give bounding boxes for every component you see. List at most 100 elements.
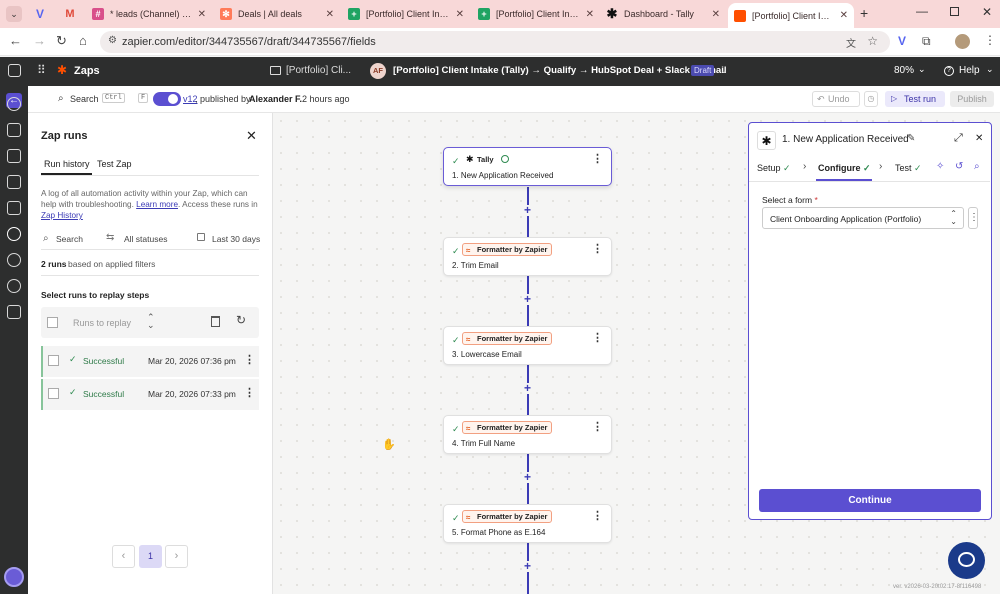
step-menu-icon[interactable]: ⋮ bbox=[592, 511, 603, 522]
step-card[interactable]: ✓ ≈ Formatter by Zapier 2. Trim Email ⋮ bbox=[443, 237, 612, 276]
bookmark-star-icon[interactable]: ☆ bbox=[867, 34, 878, 48]
browser-tab-2[interactable]: #* leads (Channel) - Zap✕ bbox=[86, 3, 212, 25]
filter-search[interactable]: Search bbox=[56, 234, 83, 244]
edit-pencil-icon[interactable]: ✎ bbox=[907, 133, 915, 144]
add-step-plus-icon[interactable]: + bbox=[522, 382, 533, 394]
run-menu-icon[interactable]: ⋮ bbox=[244, 353, 255, 366]
browser-tab-3[interactable]: ✻ Deals | All deals ✕ bbox=[214, 3, 340, 25]
learn-more-link[interactable]: Learn more bbox=[136, 200, 178, 209]
add-step-plus-icon[interactable]: + bbox=[522, 471, 533, 483]
extensions-puzzle-icon[interactable]: ⧉ bbox=[922, 34, 931, 49]
field-menu-icon[interactable]: ⋮ bbox=[968, 207, 979, 229]
browser-menu-icon[interactable]: ⋮ bbox=[984, 33, 996, 47]
step-card[interactable]: ✓ ≈ Formatter by Zapier 3. Lowercase Emai… bbox=[443, 326, 612, 365]
restore-icon[interactable] bbox=[950, 7, 959, 16]
help-chevron-down-icon[interactable]: ⌄ bbox=[986, 64, 994, 75]
app-grid-icon[interactable]: ⠿ bbox=[37, 63, 46, 77]
next-page-button[interactable]: › bbox=[165, 545, 188, 568]
folder-breadcrumb[interactable]: [Portfolio] Cli... bbox=[286, 65, 351, 76]
notes-icon[interactable] bbox=[7, 149, 21, 163]
form-select[interactable]: Client Onboarding Application (Portfolio… bbox=[762, 207, 964, 229]
step-card[interactable]: ✓ ≈ Formatter by Zapier 5. Format Phone a… bbox=[443, 504, 612, 543]
chat-support-button[interactable] bbox=[948, 542, 985, 579]
browser-tab-5[interactable]: + [Portfolio] Client Intake ✕ bbox=[472, 3, 600, 25]
test-run-button[interactable]: ▷ Test run bbox=[885, 91, 945, 107]
tab-run-history[interactable]: Run history bbox=[44, 159, 90, 169]
step-menu-icon[interactable]: ⋮ bbox=[592, 422, 603, 433]
assistant-icon[interactable] bbox=[4, 567, 24, 587]
close-tab-icon[interactable]: ✕ bbox=[456, 9, 464, 20]
calendar-icon[interactable] bbox=[7, 201, 21, 215]
trash-icon[interactable] bbox=[211, 316, 220, 327]
comments-icon[interactable] bbox=[7, 175, 21, 189]
run-checkbox[interactable] bbox=[48, 355, 59, 366]
step-menu-icon[interactable]: ⋮ bbox=[592, 333, 603, 344]
components-icon[interactable] bbox=[7, 97, 21, 111]
date-filter[interactable]: Last 30 days bbox=[212, 234, 260, 244]
close-tab-icon[interactable]: ✕ bbox=[840, 10, 848, 21]
step-card-trigger[interactable]: ✓ ✱ Tally 1. New Application Received ⋮ bbox=[443, 147, 612, 186]
forward-arrow-icon[interactable]: → bbox=[33, 33, 46, 48]
profile-avatar-icon[interactable] bbox=[955, 34, 970, 49]
close-tab-icon[interactable]: ✕ bbox=[198, 9, 206, 20]
browser-tab-0[interactable]: V bbox=[28, 3, 56, 25]
list-item[interactable]: ✓ Successful Mar 20, 2026 07:36 pm ⋮ bbox=[41, 346, 259, 377]
refresh-icon[interactable]: ↻ bbox=[236, 313, 246, 327]
history-icon[interactable] bbox=[7, 227, 21, 241]
import-icon[interactable] bbox=[7, 123, 21, 137]
history-clock-icon[interactable]: ◷ bbox=[864, 91, 878, 107]
site-info-icon[interactable]: ⚙ bbox=[108, 35, 117, 46]
close-tab-icon[interactable]: ✕ bbox=[712, 9, 720, 20]
section-title[interactable]: Zaps bbox=[74, 65, 100, 77]
status-icon[interactable] bbox=[7, 253, 21, 267]
browser-tab-4[interactable]: + [Portfolio] Client Intake ✕ bbox=[342, 3, 470, 25]
translate-icon[interactable]: 文 bbox=[846, 35, 856, 50]
publish-button[interactable]: Publish bbox=[950, 91, 994, 107]
sort-chevrons-icon[interactable]: ⌃ ⌄ bbox=[147, 313, 155, 330]
config-title[interactable]: 1. New Application Received bbox=[782, 134, 909, 145]
zoom-level[interactable]: 80% bbox=[894, 65, 914, 76]
add-step-plus-icon[interactable]: + bbox=[522, 293, 533, 305]
expand-icon[interactable]: ⤢ bbox=[954, 132, 963, 145]
minimize-icon[interactable]: — bbox=[916, 4, 928, 18]
current-page[interactable]: 1 bbox=[139, 545, 162, 568]
step-menu-icon[interactable]: ⋮ bbox=[592, 154, 603, 165]
prev-page-button[interactable]: ‹ bbox=[112, 545, 135, 568]
step-menu-icon[interactable]: ⋮ bbox=[592, 244, 603, 255]
tab-test-zap[interactable]: Test Zap bbox=[97, 159, 132, 169]
tab-configure[interactable]: Configure ✓ bbox=[818, 163, 871, 174]
undo-button[interactable]: ↶ Undo bbox=[812, 91, 860, 107]
title-chevron-down-icon[interactable]: ⌄ bbox=[720, 65, 728, 76]
close-panel-icon[interactable]: ✕ bbox=[975, 133, 983, 144]
continue-button[interactable]: Continue bbox=[759, 489, 981, 512]
close-icon[interactable]: ✕ bbox=[246, 128, 257, 144]
versions-icon[interactable] bbox=[7, 305, 21, 319]
list-item[interactable]: ✓ Successful Mar 20, 2026 07:33 pm ⋮ bbox=[41, 379, 259, 410]
home-icon[interactable]: ⌂ bbox=[79, 33, 87, 48]
tab-setup[interactable]: Setup ✓ bbox=[757, 163, 791, 174]
zoom-chevron-down-icon[interactable]: ⌄ bbox=[918, 64, 926, 75]
browser-tab-6[interactable]: ✱ Dashboard - Tally ✕ bbox=[600, 3, 726, 25]
zap-title[interactable]: [Portfolio] Client Intake (Tally) → Qual… bbox=[393, 65, 727, 76]
ai-sparkle-icon[interactable]: ✧ bbox=[936, 161, 944, 172]
reset-icon[interactable]: ↺ bbox=[955, 161, 963, 172]
add-step-plus-icon[interactable]: + bbox=[522, 204, 533, 216]
back-arrow-icon[interactable]: ← bbox=[9, 33, 22, 48]
status-filter[interactable]: All statuses bbox=[124, 234, 167, 244]
publish-toggle[interactable] bbox=[153, 92, 181, 106]
zap-history-link[interactable]: Zap History bbox=[41, 211, 83, 220]
tab-list-chevron-icon[interactable]: ⌄ bbox=[6, 6, 22, 22]
help-menu[interactable]: Help bbox=[959, 65, 980, 76]
tab-test[interactable]: Test ✓ bbox=[895, 163, 922, 174]
settings-gear-icon[interactable] bbox=[7, 279, 21, 293]
run-checkbox[interactable] bbox=[48, 388, 59, 399]
close-tab-icon[interactable]: ✕ bbox=[586, 9, 594, 20]
close-window-icon[interactable]: ✕ bbox=[982, 5, 992, 19]
search-step-icon[interactable]: ⌕ bbox=[974, 161, 980, 172]
step-card[interactable]: ✓ ≈ Formatter by Zapier 4. Trim Full Name… bbox=[443, 415, 612, 454]
add-step-plus-icon[interactable]: + bbox=[522, 560, 533, 572]
close-tab-icon[interactable]: ✕ bbox=[326, 9, 334, 20]
new-tab-plus-icon[interactable]: + bbox=[860, 5, 868, 21]
extension-v-icon[interactable]: V bbox=[898, 34, 906, 48]
search-button[interactable]: Search bbox=[70, 94, 99, 104]
